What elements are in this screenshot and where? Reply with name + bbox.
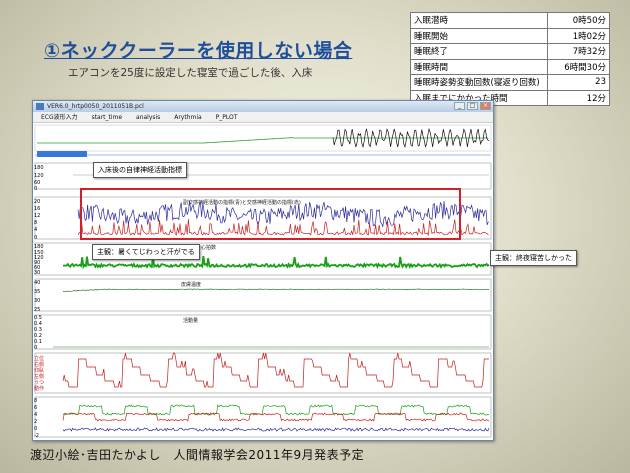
menu-analysis[interactable]: analysis <box>136 114 160 121</box>
menu-ecg-input[interactable]: ECG波形入力 <box>41 114 78 121</box>
heart-rate-panel-title: 心拍数 <box>201 244 216 251</box>
sleep-table-row: 睡眠時姿勢変動回数(寝返り回数) 23 <box>410 74 610 91</box>
close-button[interactable]: × <box>480 102 491 110</box>
axis-tick: -2 <box>34 433 39 439</box>
posture-panel <box>34 352 492 394</box>
skin-temperature-panel <box>34 278 492 312</box>
axis-tick: 120 <box>34 173 44 179</box>
axis-tick: 180 <box>34 165 44 171</box>
sleep-table-label: 入眠潜時 <box>410 12 548 29</box>
posture-label: 動作 <box>34 385 44 392</box>
sleep-table-value: 7時32分 <box>547 43 610 60</box>
axis-tick: 30 <box>34 270 40 276</box>
app-icon <box>36 103 44 110</box>
axis-tick: 8 <box>34 220 37 226</box>
posture-label: 立位 <box>34 355 44 362</box>
callout-subjective-1: 主観：暑くてじわっと汗がでる <box>92 244 200 260</box>
menu-start-time[interactable]: start_time <box>92 114 123 121</box>
window-title: VER6.0_hrtp0050_2011051B.pcl <box>47 103 144 110</box>
axis-tick: 30 <box>34 298 40 304</box>
axis-tick: 25 <box>34 307 40 313</box>
posture-label: 右側 <box>34 361 44 368</box>
activity-panel <box>34 314 492 350</box>
axis-tick: 2 <box>34 419 37 425</box>
axis-tick: 0 <box>34 345 37 351</box>
posture-label: 仰臥 <box>34 367 44 374</box>
menu-bar: ECG波形入力 start_time analysis Arythmia P_P… <box>33 112 493 123</box>
sleep-table-value: 1時02分 <box>547 27 610 44</box>
menu-p-plot[interactable]: P_PLOT <box>216 114 238 121</box>
sleep-table-value: 6時間30分 <box>547 58 610 75</box>
sleep-summary-table: 入眠潜時 0時50分 睡眠開始 1時02分 睡眠終了 7時32分 睡眠時間 6時間30分 睡眠時… <box>410 12 610 106</box>
sleep-table-label: 睡眠時間 <box>410 58 548 75</box>
axis-tick: 4 <box>34 227 37 233</box>
app-window: VER6.0_hrtp0050_2011051B.pcl _ □ × ECG波形… <box>32 100 494 441</box>
axis-tick: 4 <box>34 412 37 418</box>
sleep-table-value: 12分 <box>547 89 610 106</box>
axis-tick: 0 <box>34 186 37 192</box>
axis-tick: 40 <box>34 280 40 286</box>
menu-arythmia[interactable]: Arythmia <box>174 114 201 121</box>
axis-tick: 35 <box>34 289 40 295</box>
maximize-button[interactable]: □ <box>467 102 478 110</box>
window-titlebar: VER6.0_hrtp0050_2011051B.pcl _ □ × <box>33 101 493 112</box>
axis-tick: 20 <box>34 199 40 205</box>
axis-tick: 16 <box>34 206 40 212</box>
skin-temperature-panel-title: 皮膚温度 <box>181 281 201 288</box>
axis-tick: 0 <box>34 235 37 241</box>
slide-title: ①ネッククーラーを使用しない場合 <box>44 40 353 62</box>
sleep-table-value: 23 <box>547 74 610 91</box>
axis-tick: 12 <box>34 213 40 219</box>
ecg-selection-bar[interactable] <box>37 151 87 157</box>
sleep-table-row: 入眠潜時 0時50分 <box>410 12 610 29</box>
sleep-table-row: 睡眠時間 6時間30分 <box>410 58 610 75</box>
minimize-button[interactable]: _ <box>454 102 465 110</box>
axis-tick: 6 <box>34 405 37 411</box>
axis-tick: 8 <box>34 398 37 404</box>
sleep-table-label: 睡眠開始 <box>410 27 548 44</box>
sleep-table-value: 0時50分 <box>547 12 610 29</box>
sleep-table-label: 睡眠時姿勢変動回数(寝返り回数) <box>410 74 548 91</box>
slide-footer: 渡辺小絵･吉田たかよし 人間情報学会2011年9月発表予定 <box>30 448 365 462</box>
callout-autonomic: 入床後の自律神経活動指標 <box>93 162 187 178</box>
slide-subtitle: エアコンを25度に設定した寝室で過ごした後、入床 <box>68 67 313 79</box>
sleep-table-row: 睡眠終了 7時32分 <box>410 43 610 60</box>
axis-tick: 0 <box>34 426 37 432</box>
callout-subjective-2: 主観：終夜寝苦しかった <box>490 250 577 266</box>
sleep-table-label: 睡眠終了 <box>410 43 548 60</box>
activity-panel-title: 活動量 <box>183 317 198 324</box>
highlight-box <box>80 188 461 240</box>
posture-label: 左側 <box>34 373 44 380</box>
sleep-table-row: 睡眠開始 1時02分 <box>410 27 610 44</box>
